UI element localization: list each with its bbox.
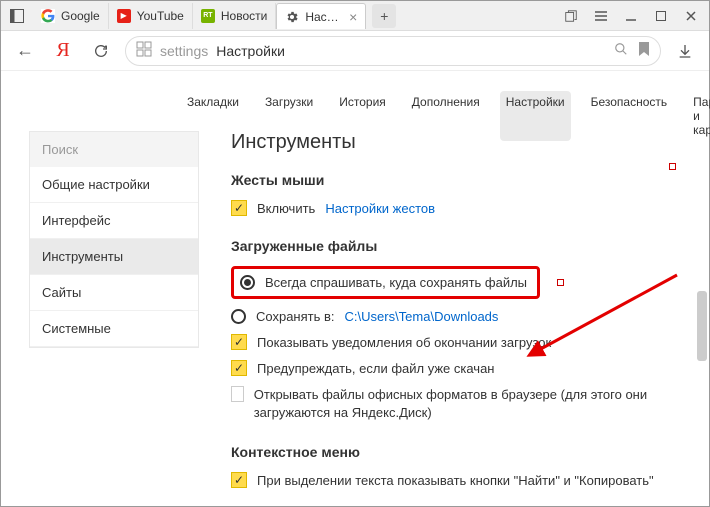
omnibox-prefix: settings — [160, 43, 208, 59]
window-controls — [557, 4, 705, 28]
label-enable: Включить — [257, 201, 315, 216]
copy-url-icon[interactable] — [557, 4, 585, 28]
google-icon — [41, 9, 55, 23]
omnibox-title: Настройки — [216, 43, 285, 59]
tab-label: Новости — [221, 9, 267, 23]
minimize-icon[interactable] — [617, 4, 645, 28]
tab-youtube[interactable]: ▶ YouTube — [109, 3, 193, 29]
rt-icon: RT — [201, 9, 215, 23]
checkbox-enable-gestures[interactable]: ✓ — [231, 200, 247, 216]
titlebar: Google ▶ YouTube RT Новости Настройки × … — [1, 1, 709, 31]
link-download-path[interactable]: C:\Users\Tema\Downloads — [345, 309, 499, 324]
checkbox-selection-buttons[interactable]: ✓ — [231, 472, 247, 488]
settings-search[interactable]: Поиск — [30, 132, 198, 167]
gear-icon — [285, 10, 299, 24]
section-title: Жесты мыши — [231, 172, 693, 188]
link-gesture-settings[interactable]: Настройки жестов — [325, 201, 435, 216]
checkbox-notify[interactable]: ✓ — [231, 334, 247, 350]
close-window-icon[interactable] — [677, 4, 705, 28]
section-title: Загруженные файлы — [231, 238, 693, 254]
bookmark-icon[interactable] — [638, 42, 650, 59]
back-button[interactable]: ← — [11, 37, 39, 65]
tab-label: Google — [61, 9, 100, 23]
sidebar-item-sites[interactable]: Сайты — [30, 275, 198, 311]
highlight-ask-location: Всегда спрашивать, куда сохранять файлы — [231, 266, 540, 299]
label-always-ask: Всегда спрашивать, куда сохранять файлы — [265, 275, 527, 290]
section-context-menu: Контекстное меню ✓ При выделении текста … — [231, 444, 693, 488]
label-notify: Показывать уведомления об окончании загр… — [257, 335, 551, 350]
label-open-office: Открывать файлы офисных форматов в брауз… — [254, 386, 693, 422]
omnibox[interactable]: settings Настройки — [125, 36, 661, 66]
sidebar-item-system[interactable]: Системные — [30, 311, 198, 347]
annotation-marker — [557, 279, 564, 286]
tab-label: Настройки — [305, 10, 339, 24]
checkbox-warn[interactable]: ✓ — [231, 360, 247, 376]
search-icon[interactable] — [614, 42, 628, 59]
sidebar-item-interface[interactable]: Интерфейс — [30, 203, 198, 239]
toolbar: ← Я settings Настройки — [1, 31, 709, 71]
section-downloads: Загруженные файлы Всегда спрашивать, куд… — [231, 238, 693, 422]
youtube-icon: ▶ — [117, 9, 131, 23]
radio-always-ask[interactable] — [240, 275, 255, 290]
reload-button[interactable] — [87, 37, 115, 65]
content-area: Закладки Загрузки История Дополнения Нас… — [1, 71, 709, 506]
section-mouse-gestures: Жесты мыши ✓ Включить Настройки жестов — [231, 172, 693, 216]
tableau-icon — [136, 41, 152, 60]
close-icon[interactable]: × — [349, 9, 357, 25]
label-selection: При выделении текста показывать кнопки "… — [257, 473, 654, 488]
annotation-marker — [669, 163, 676, 170]
checkbox-open-office[interactable] — [231, 386, 244, 402]
tab-settings[interactable]: Настройки × — [276, 3, 366, 29]
label-save-to: Сохранять в: — [256, 309, 335, 324]
menu-icon[interactable] — [587, 4, 615, 28]
yandex-home-button[interactable]: Я — [49, 37, 77, 65]
tab-label: YouTube — [137, 9, 184, 23]
settings-main: Инструменты Жесты мыши ✓ Включить Настро… — [231, 131, 693, 506]
settings-sidebar: Поиск Общие настройки Интерфейс Инструме… — [29, 131, 199, 348]
radio-save-to[interactable] — [231, 309, 246, 324]
label-warn: Предупреждать, если файл уже скачан — [257, 361, 495, 376]
maximize-icon[interactable] — [647, 4, 675, 28]
tab-strip: Google ▶ YouTube RT Новости Настройки × … — [33, 1, 557, 30]
page-heading: Инструменты — [231, 131, 693, 154]
scrollbar[interactable] — [697, 291, 707, 361]
new-tab-button[interactable]: + — [372, 4, 396, 28]
tab-rt[interactable]: RT Новости — [193, 3, 276, 29]
sidebar-item-tools[interactable]: Инструменты — [30, 239, 198, 275]
tab-google[interactable]: Google — [33, 3, 109, 29]
downloads-icon[interactable] — [671, 37, 699, 65]
side-panel-icon[interactable] — [5, 4, 29, 28]
section-title: Контекстное меню — [231, 444, 693, 460]
sidebar-item-general[interactable]: Общие настройки — [30, 167, 198, 203]
